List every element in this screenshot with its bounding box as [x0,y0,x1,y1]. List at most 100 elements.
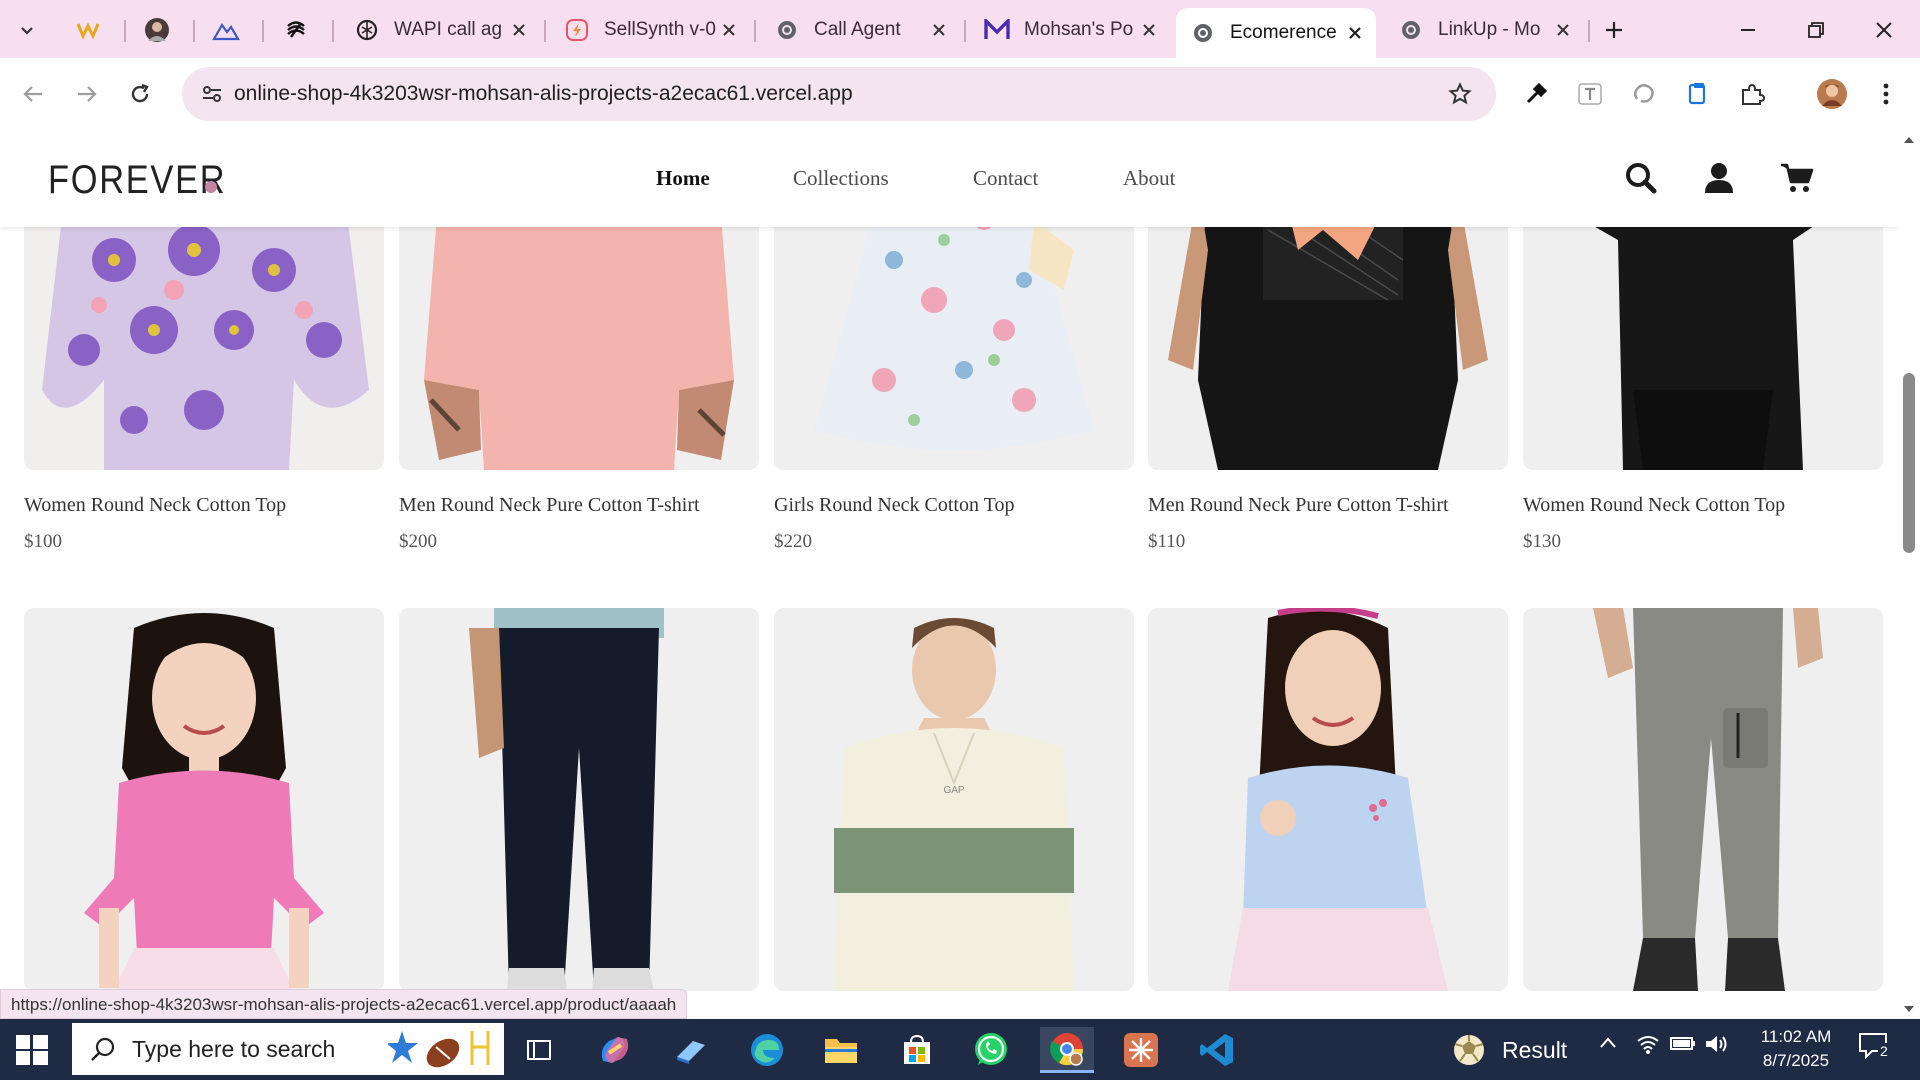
desktop-app-icon[interactable] [664,1027,718,1073]
browser-menu-icon[interactable] [1868,76,1904,112]
taskbar-clock[interactable]: 11:02 AM 8/7/2025 [1746,1025,1846,1073]
product-price: $130 [1523,531,1561,552]
copilot-icon[interactable] [588,1027,642,1073]
product-name[interactable]: Girls Round Neck Cotton Top [774,494,1134,517]
globe-icon [774,17,800,43]
product-name[interactable]: Women Round Neck Cotton Top [1523,494,1883,517]
address-bar[interactable]: online-shop-4k3203wsr-mohsan-alis-projec… [182,67,1496,121]
user-profile-icon[interactable] [1701,160,1737,196]
tray-chevron-up-icon[interactable] [1598,1033,1618,1059]
tab-close-icon[interactable] [718,19,740,41]
product-card[interactable] [399,608,759,991]
notification-center-icon[interactable]: 2 [1858,1031,1890,1065]
tab-close-icon[interactable] [1552,19,1574,41]
browser-tab[interactable]: SellSynth v-0 [550,10,750,50]
browser-tab[interactable]: LinkUp - Mo [1384,10,1584,50]
site-logo[interactable]: FOREVER [48,158,226,203]
eyedropper-extension-icon[interactable] [1518,76,1554,112]
tab-search-chevron-icon[interactable] [8,12,46,48]
address-url: online-shop-4k3203wsr-mohsan-alis-projec… [234,82,853,105]
pinned-tab-knot-icon[interactable] [276,10,316,50]
product-image[interactable] [1148,608,1508,991]
scroll-up-arrow-icon[interactable] [1903,136,1915,144]
forward-arrow-icon[interactable] [64,72,108,116]
weather-label: Result [1502,1036,1568,1063]
product-card[interactable]: GAP [774,608,1134,991]
page-scrollbar[interactable] [1898,130,1920,1019]
edge-browser-icon[interactable] [740,1027,794,1073]
windows-start-icon[interactable] [16,1034,48,1066]
notification-badge: 2 [1878,1043,1890,1059]
nav-link-collections[interactable]: Collections [793,166,889,191]
product-image[interactable] [1523,608,1883,991]
product-card[interactable] [1523,608,1883,991]
product-image[interactable] [24,608,384,991]
scrollbar-thumb[interactable] [1903,373,1915,553]
page-viewport: Women Round Neck Cotton Top $100 Men Rou… [0,130,1898,1019]
product-name[interactable]: Men Round Neck Pure Cotton T-shirt [1148,494,1508,517]
whatsapp-icon[interactable] [964,1027,1018,1073]
browser-tab-active[interactable]: Ecomerence [1176,8,1376,58]
site-info-icon[interactable] [200,82,224,106]
text-extension-icon[interactable] [1572,76,1608,112]
scroll-down-arrow-icon[interactable] [1903,1005,1915,1013]
weather-widget[interactable]: Result [1452,1027,1602,1073]
product-card[interactable] [1148,608,1508,991]
volume-icon[interactable] [1704,1033,1730,1061]
restore-icon[interactable] [1784,6,1848,54]
claude-app-icon[interactable] [1114,1027,1168,1073]
tab-separator [262,20,264,42]
tab-close-icon[interactable] [1138,19,1160,41]
site-header: FOREVER Home Collections Contact About [0,130,1898,227]
product-price: $220 [774,531,812,552]
vscode-icon[interactable] [1190,1027,1244,1073]
wifi-icon[interactable] [1636,1033,1660,1061]
new-tab-plus-icon[interactable] [1598,14,1630,46]
tab-close-icon[interactable] [1344,22,1366,44]
minimize-icon[interactable] [1716,6,1780,54]
product-name[interactable]: Men Round Neck Pure Cotton T-shirt [399,494,759,517]
task-view-icon[interactable] [512,1027,566,1073]
product-price: $100 [24,531,62,552]
nav-link-contact[interactable]: Contact [973,166,1038,191]
close-window-icon[interactable] [1852,6,1916,54]
product-image[interactable] [399,608,759,991]
reload-icon[interactable] [118,72,162,116]
clipboard-extension-icon[interactable] [1680,76,1716,112]
brain-extension-icon[interactable] [1626,76,1662,112]
taskbar-search-placeholder: Type here to search [132,1035,336,1062]
file-explorer-icon[interactable] [814,1027,868,1073]
nav-link-home[interactable]: Home [656,166,710,191]
tab-title: Mohsan's Po [1024,19,1134,40]
pinned-tab-w-logo-icon[interactable] [68,10,108,50]
bookmark-star-icon[interactable] [1446,80,1474,108]
nav-link-about[interactable]: About [1123,166,1176,191]
tab-title: Ecomerence [1230,22,1337,43]
taskbar-search-box[interactable]: Type here to search [72,1023,504,1075]
back-arrow-icon[interactable] [12,72,56,116]
soccer-ball-icon [1454,1035,1484,1065]
chrome-browser-icon[interactable] [1040,1027,1094,1073]
tab-close-icon[interactable] [928,19,950,41]
pinned-tab-avatar-icon[interactable] [137,10,177,50]
microsoft-store-icon[interactable] [890,1027,944,1073]
tab-separator [124,20,126,42]
product-name[interactable]: Women Round Neck Cotton Top [24,494,384,517]
pinned-tab-mountain-icon[interactable] [206,10,246,50]
clock-time: 11:02 AM [1760,1027,1832,1046]
product-price: $200 [399,531,437,552]
battery-icon[interactable] [1670,1033,1696,1059]
search-icon[interactable] [1623,160,1659,196]
product-card[interactable] [24,608,384,991]
browser-tab[interactable]: Call Agent [760,10,960,50]
shopping-cart-icon[interactable] [1779,160,1815,196]
browser-tab[interactable]: Mohsan's Po [970,10,1170,50]
sellsynth-icon [564,17,590,43]
extensions-puzzle-icon[interactable] [1734,76,1770,112]
tab-close-icon[interactable] [508,19,530,41]
browser-tab[interactable]: WAPI call ag [340,10,540,50]
product-image[interactable]: GAP [774,608,1134,991]
globe-icon [1398,17,1424,43]
profile-avatar[interactable] [1814,76,1850,112]
product-price: $110 [1148,531,1186,552]
